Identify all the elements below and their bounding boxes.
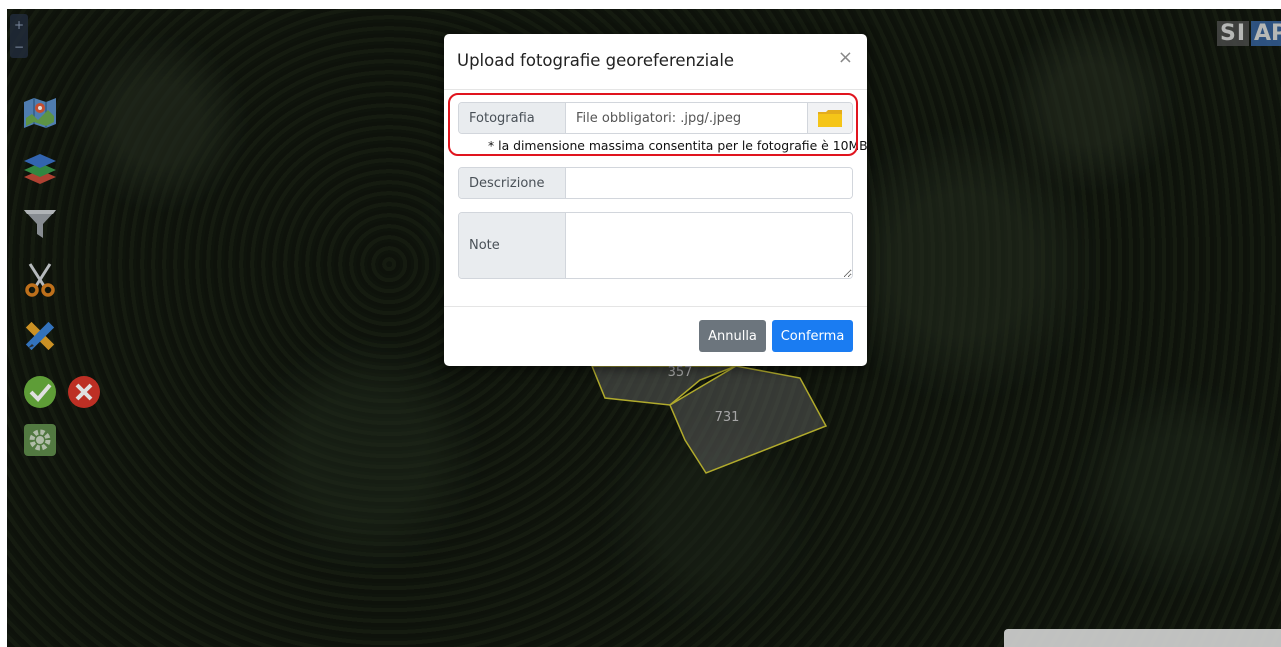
browse-folder-button[interactable]	[807, 103, 852, 133]
photo-file-input[interactable]	[566, 103, 807, 133]
folder-icon	[818, 109, 842, 127]
notes-textarea[interactable]	[566, 213, 852, 278]
description-input-group: Descrizione	[458, 167, 853, 199]
photo-size-note: * la dimensione massima consentita per l…	[488, 138, 868, 153]
photo-input-group: Fotografia	[458, 102, 853, 134]
close-button[interactable]: ×	[838, 49, 853, 67]
photo-label: Fotografia	[459, 103, 566, 133]
modal-header: Upload fotografie georeferenziale ×	[444, 34, 867, 90]
modal-title: Upload fotografie georeferenziale	[457, 51, 735, 70]
cancel-button[interactable]: Annulla	[699, 320, 766, 352]
description-input[interactable]	[566, 168, 852, 198]
description-label: Descrizione	[459, 168, 566, 198]
upload-photo-dialog: Upload fotografie georeferenziale × Foto…	[444, 34, 868, 366]
confirm-button[interactable]: Conferma	[772, 320, 853, 352]
notes-input-group: Note	[458, 212, 853, 279]
notes-label: Note	[459, 213, 566, 278]
